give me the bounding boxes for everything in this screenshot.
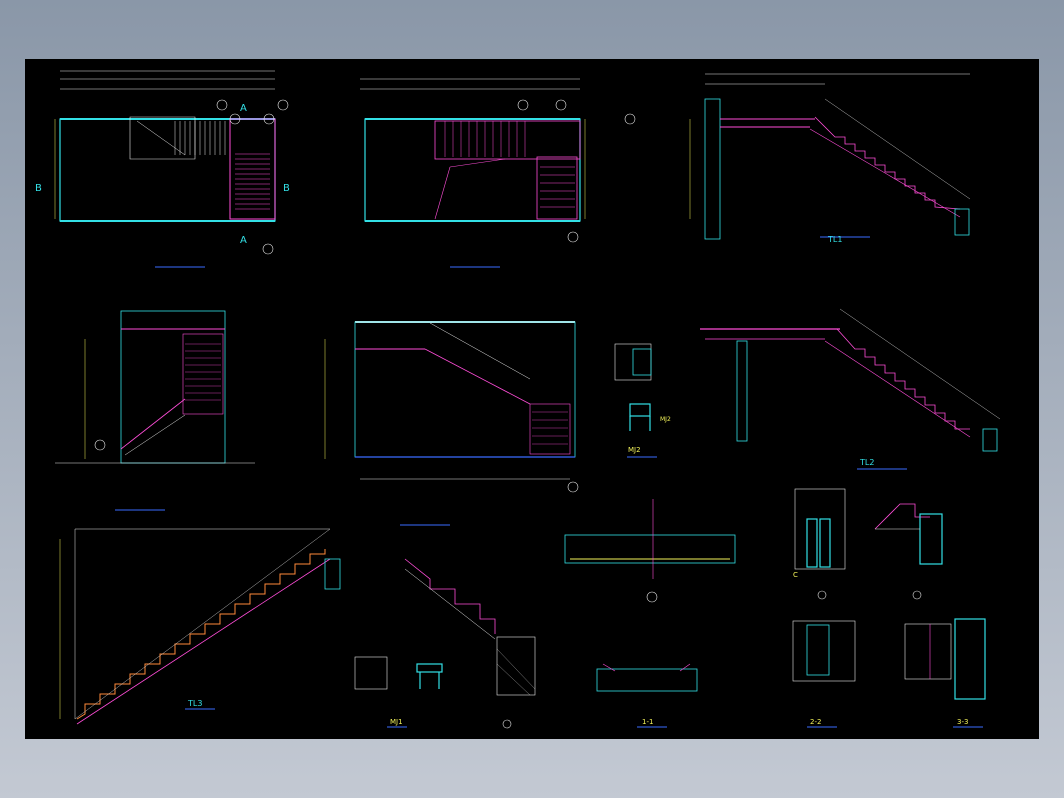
tl2-elevation: TL2 bbox=[700, 308, 1001, 470]
cad-canvas: A A B B TL1 MJ2 MJ2 TL2 TL3 MJ1 1-1 C 2-… bbox=[35, 70, 1001, 729]
mj1-detail: MJ1 bbox=[354, 656, 443, 728]
tl2-caption: TL2 bbox=[859, 458, 874, 467]
step-detail bbox=[404, 558, 536, 729]
tl3-elevation: TL3 bbox=[74, 528, 341, 725]
axis-a-top-label: A bbox=[240, 103, 247, 114]
section-3-3: 3-3 bbox=[904, 618, 986, 728]
column-detail-b bbox=[874, 503, 943, 600]
mj1-caption: MJ1 bbox=[390, 718, 403, 726]
axis-b-left-label: B bbox=[35, 183, 42, 194]
tl1-elevation: TL1 bbox=[704, 73, 971, 244]
section-view-center bbox=[354, 321, 579, 526]
axis-a-bottom-label: A bbox=[240, 235, 247, 246]
stair-plan-2 bbox=[360, 78, 636, 268]
dimension-marks bbox=[54, 119, 691, 719]
mj2-detail: MJ2 MJ2 bbox=[614, 343, 671, 458]
section-1-1: 1-1 bbox=[596, 663, 698, 728]
c-marker: C bbox=[793, 571, 798, 579]
view-3-caption: 3-3 bbox=[957, 718, 968, 726]
cad-drawing-sheet: A A B B TL1 MJ2 MJ2 TL2 TL3 MJ1 1-1 C 2-… bbox=[25, 59, 1039, 739]
tl3-caption: TL3 bbox=[187, 699, 202, 708]
section-2-2: 2-2 bbox=[792, 620, 856, 728]
column-detail-a: C bbox=[793, 488, 846, 600]
beam-detail-upper bbox=[564, 499, 736, 603]
view-1-caption: 1-1 bbox=[642, 718, 653, 726]
axis-b-right-label: B bbox=[283, 183, 290, 194]
tl1-caption: TL1 bbox=[827, 235, 842, 244]
mj2-side-label: MJ2 bbox=[660, 416, 671, 423]
mj2-caption: MJ2 bbox=[628, 446, 641, 454]
view-2-caption: 2-2 bbox=[810, 718, 821, 726]
stair-plan-1: A A B B bbox=[35, 70, 290, 268]
